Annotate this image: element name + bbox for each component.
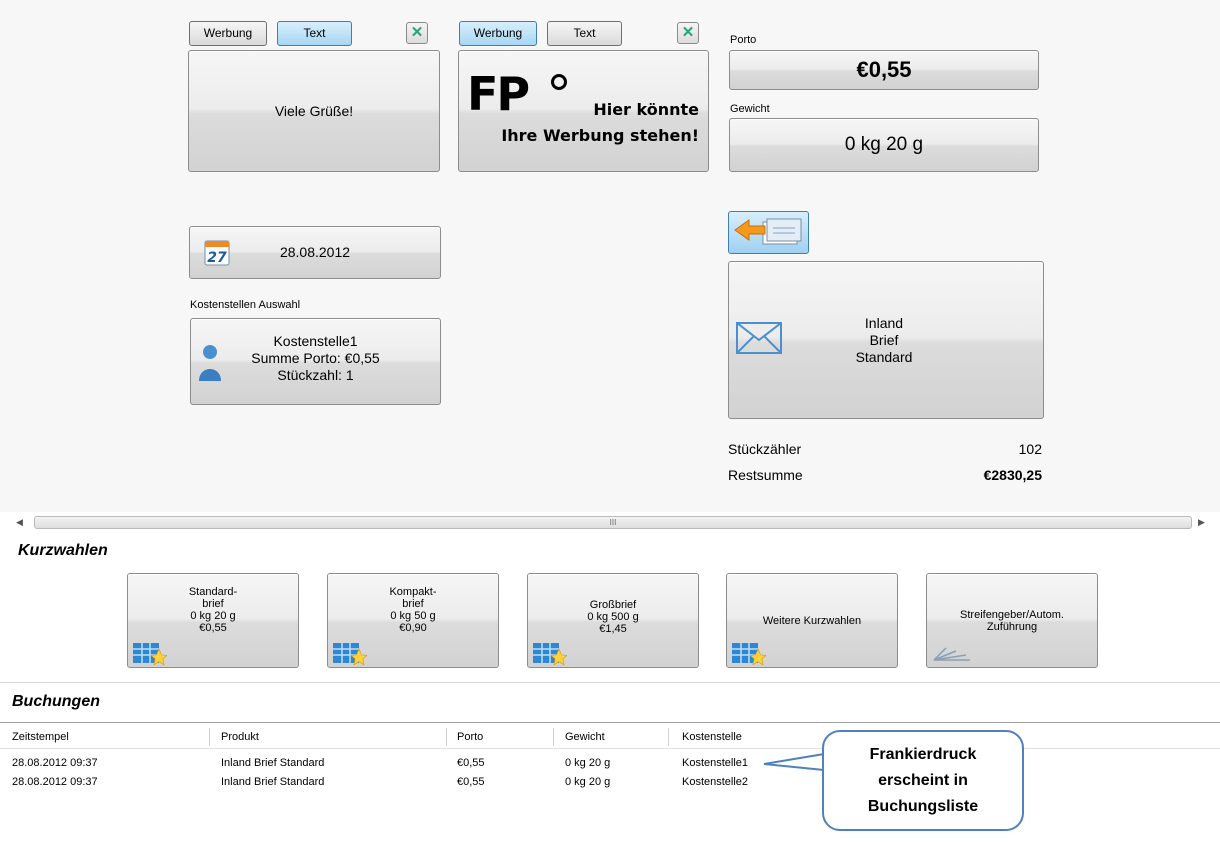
column-header-zeitstempel[interactable]: Zeitstempel [12, 731, 69, 743]
column-header-porto[interactable]: Porto [457, 731, 483, 743]
fp-logo: FP [467, 67, 530, 121]
quickdial-line: 0 kg 500 g [587, 611, 639, 623]
porto-display[interactable]: €0,55 [729, 50, 1039, 90]
table-top-border [0, 722, 1220, 723]
product-button[interactable]: Inland Brief Standard [728, 261, 1044, 419]
scroll-left-icon[interactable]: ◀ [16, 517, 23, 528]
stripe-feeder-icon [933, 647, 970, 661]
kostenstelle-summe: Summe Porto: €0,55 [251, 350, 380, 366]
porto-label: Porto [730, 34, 757, 46]
kostenstelle-button[interactable]: Kostenstelle1 Summe Porto: €0,55 Stückza… [190, 318, 441, 405]
column-header-kostenstelle[interactable]: Kostenstelle [682, 731, 742, 743]
postage-grid-star-icon [732, 643, 766, 665]
tab-text-right[interactable]: Text [547, 21, 622, 46]
product-line-3: Standard [855, 349, 913, 365]
column-divider [668, 728, 669, 746]
callout-pointer [763, 753, 825, 771]
clear-icon[interactable]: ✕ [677, 22, 699, 44]
quickdial-line: €1,45 [599, 623, 627, 635]
date-value: 28.08.2012 [279, 244, 351, 260]
postage-grid-star-icon [533, 643, 567, 665]
header-underline [0, 748, 1220, 749]
column-header-produkt[interactable]: Produkt [221, 731, 259, 743]
horizontal-scrollbar[interactable]: ◀ III ▶ [12, 515, 1208, 531]
envelope-icon [736, 322, 782, 359]
cell-kostenstelle: Kostenstelle2 [682, 776, 749, 788]
cell-produkt: Inland Brief Standard [221, 776, 325, 788]
quickdial-line: Großbrief [589, 599, 637, 611]
scrollbar-grip: III [609, 518, 617, 527]
date-button[interactable]: 27 28.08.2012 [189, 226, 441, 279]
scroll-right-icon[interactable]: ▶ [1198, 517, 1205, 528]
gewicht-label: Gewicht [730, 103, 770, 115]
quickdial-line: Weitere Kurzwahlen [762, 615, 862, 627]
restsumme-label: Restsumme [728, 467, 803, 483]
cell-porto: €0,55 [457, 757, 485, 769]
clear-icon[interactable]: ✕ [406, 22, 428, 44]
product-line-1: Inland [864, 315, 904, 331]
gewicht-value: 0 kg 20 g [844, 134, 924, 155]
quickdial-line: €0,55 [199, 622, 227, 634]
quickdial-line: Streifengeber/Autom. [960, 609, 1064, 621]
callout-line-3: Buchungsliste [867, 798, 979, 815]
quickdial-grossbrief[interactable]: Großbrief 0 kg 500 g €1,45 [527, 573, 699, 668]
column-divider [553, 728, 554, 746]
quickdial-line: Zuführung [986, 621, 1038, 633]
quickdial-line: brief [202, 598, 224, 610]
cell-zeitstempel: 28.08.2012 09:37 [12, 757, 98, 769]
tab-werbung-left[interactable]: Werbung [189, 21, 267, 46]
quickdial-line: brief [402, 598, 424, 610]
divider [0, 682, 1220, 683]
letter-transfer-button[interactable] [728, 211, 809, 254]
tab-werbung-right[interactable]: Werbung [459, 21, 537, 46]
text-message: Viele Grüße! [274, 103, 354, 119]
column-header-gewicht[interactable]: Gewicht [565, 731, 605, 743]
ad-line-2: Ihre Werbung stehen! [501, 126, 699, 145]
scrollbar-thumb[interactable]: III [34, 516, 1192, 529]
tab-text-left[interactable]: Text [277, 21, 352, 46]
gewicht-display[interactable]: 0 kg 20 g [729, 118, 1039, 172]
product-line-2: Brief [869, 332, 899, 348]
restsumme-value: €2830,25 [983, 467, 1042, 483]
cell-kostenstelle: Kostenstelle1 [682, 757, 749, 769]
postage-grid-star-icon [133, 643, 167, 665]
buchungen-title: Buchungen [12, 693, 100, 710]
text-panel[interactable]: Viele Grüße! [188, 50, 440, 172]
quickdial-streifengeber[interactable]: Streifengeber/Autom. Zuführung [926, 573, 1098, 668]
letter-arrow-icon [734, 218, 802, 245]
column-divider [446, 728, 447, 746]
stueckzaehler-label: Stückzähler [728, 441, 802, 457]
quickdial-weitere[interactable]: Weitere Kurzwahlen [726, 573, 898, 668]
postage-grid-star-icon [333, 643, 367, 665]
quickdial-standardbrief[interactable]: Standard- brief 0 kg 20 g €0,55 [127, 573, 299, 668]
quickdial-line: 0 kg 20 g [190, 610, 236, 622]
kostenstelle-stueck: Stückzahl: 1 [277, 367, 354, 383]
kostenstelle-name: Kostenstelle1 [273, 333, 358, 349]
callout-line-1: Frankierdruck [869, 746, 977, 763]
cell-produkt: Inland Brief Standard [221, 757, 325, 769]
callout-line-2: erscheint in [878, 772, 968, 789]
quickdial-kompaktbrief[interactable]: Kompakt- brief 0 kg 50 g €0,90 [327, 573, 499, 668]
ad-panel[interactable]: FP Hier könnte Ihre Werbung stehen! [458, 50, 709, 172]
cell-zeitstempel: 28.08.2012 09:37 [12, 776, 98, 788]
quickdial-line: Kompakt- [389, 586, 437, 598]
porto-value: €0,55 [856, 57, 912, 82]
cell-gewicht: 0 kg 20 g [565, 757, 611, 769]
annotation-callout: Frankierdruck erscheint in Buchungsliste [822, 730, 1024, 831]
cell-porto: €0,55 [457, 776, 485, 788]
column-divider [209, 728, 210, 746]
quickdial-line: Standard- [188, 586, 238, 598]
quickdial-line: €0,90 [399, 622, 427, 634]
ad-line-1: Hier könnte [593, 100, 699, 119]
kurzwahlen-title: Kurzwahlen [18, 542, 108, 559]
envelope-circle-icon [551, 74, 567, 90]
stueckzaehler-value: 102 [1018, 441, 1042, 457]
cell-gewicht: 0 kg 20 g [565, 776, 611, 788]
kostenstelle-label: Kostenstellen Auswahl [190, 299, 301, 311]
quickdial-line: 0 kg 50 g [390, 610, 436, 622]
